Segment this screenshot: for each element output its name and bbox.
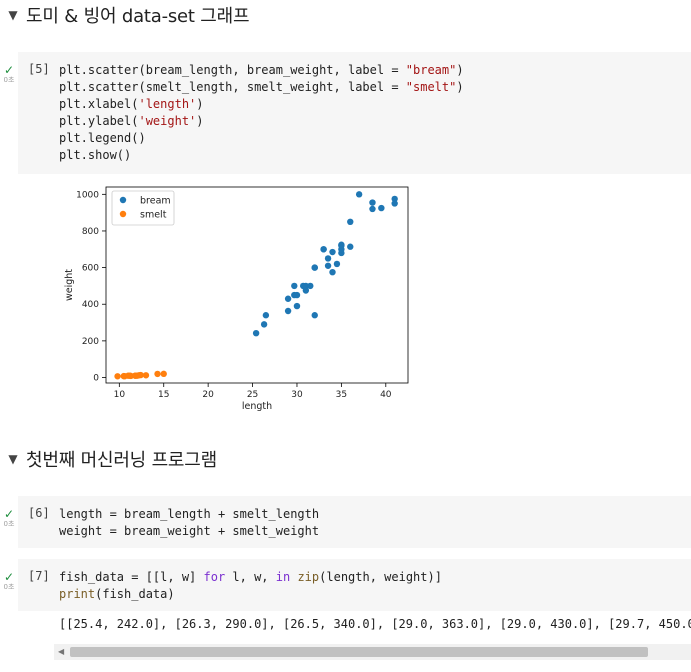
data-point-bream: [320, 246, 327, 253]
exec-time: 0초: [3, 583, 15, 591]
y-tick-label: 400: [82, 300, 99, 310]
x-tick-label: 10: [114, 390, 126, 400]
code-line: plt.legend(): [59, 131, 146, 145]
run-count[interactable]: [5]: [28, 62, 50, 76]
cell-output-text: [[25.4, 242.0], [26.3, 290.0], [26.5, 34…: [59, 617, 691, 631]
legend-marker-smelt: [119, 210, 127, 218]
data-point-bream: [293, 291, 301, 299]
code-line: plt.ylabel('weight'): [59, 114, 204, 128]
x-tick-label: 20: [202, 390, 214, 400]
section-title: 첫번째 머신러닝 프로그램: [26, 450, 218, 471]
y-tick-label: 600: [82, 264, 99, 274]
data-point-bream: [338, 242, 345, 249]
collapse-caret-icon[interactable]: ▼: [0, 8, 26, 22]
run-count[interactable]: [6]: [28, 506, 50, 520]
code-cell-5[interactable]: ✓ 0초 [5] plt.scatter(bream_length, bream…: [0, 52, 691, 174]
code-line: plt.scatter(smelt_length, smelt_weight, …: [59, 80, 464, 94]
code-line: plt.scatter(bream_length, bream_weight, …: [59, 63, 464, 77]
section-title: 도미 & 빙어 data-set 그래프: [26, 6, 250, 27]
section-header-graph[interactable]: ▼ 도미 & 빙어 data-set 그래프: [0, 0, 249, 30]
code-line: weight = bream_weight + smelt_weight: [59, 524, 320, 538]
section-header-ml[interactable]: ▼ 첫번째 머신러닝 프로그램: [0, 444, 217, 474]
code-block[interactable]: length = bream_length + smelt_length wei…: [59, 506, 319, 540]
data-point-bream: [369, 205, 376, 213]
code-cell-6[interactable]: ✓ 0초 [6] length = bream_length + smelt_l…: [0, 496, 691, 548]
cell-status: ✓ 0초: [0, 62, 18, 84]
code-line: plt.xlabel('length'): [59, 97, 204, 111]
data-point-smelt: [154, 370, 161, 378]
data-point-bream: [329, 248, 336, 256]
legend-marker-bream: [119, 196, 127, 204]
data-point-bream: [260, 321, 268, 328]
legend: bream smelt: [111, 190, 175, 226]
data-point-bream: [311, 264, 318, 271]
check-icon: ✓: [3, 570, 15, 584]
check-icon: ✓: [3, 507, 15, 521]
data-point-smelt: [142, 372, 150, 379]
scroll-left-arrow-icon[interactable]: ◀: [58, 647, 64, 656]
x-tick-label: 25: [247, 390, 258, 400]
data-point-bream: [252, 329, 260, 337]
legend-label-bream: bream: [140, 196, 171, 207]
data-point-bream: [355, 191, 363, 198]
y-tick-label: 0: [93, 374, 99, 384]
data-point-bream: [378, 204, 385, 212]
x-tick-label: 30: [291, 390, 303, 400]
code-editor[interactable]: [6] length = bream_length + smelt_length…: [18, 496, 691, 548]
code-line: length = bream_length + smelt_length: [59, 507, 320, 521]
data-point-bream: [333, 260, 341, 268]
data-point-bream: [293, 302, 301, 310]
y-tick-label: 800: [82, 227, 99, 237]
data-point-bream: [284, 295, 292, 302]
x-tick-label: 35: [336, 390, 347, 400]
x-tick-label: 40: [380, 390, 392, 400]
exec-time: 0초: [3, 520, 15, 528]
code-editor[interactable]: [7] fish_data = [[l, w] for l, w, in zip…: [18, 559, 691, 611]
y-tick-label: 200: [82, 337, 99, 347]
horizontal-scrollbar[interactable]: ◀: [54, 644, 691, 660]
data-point-bream: [391, 200, 398, 207]
y-tick-label: 1000: [76, 190, 99, 200]
data-point-bream: [324, 255, 332, 262]
code-line: print(fish_data): [59, 587, 175, 601]
code-block[interactable]: fish_data = [[l, w] for l, w, in zip(len…: [59, 569, 442, 603]
check-icon: ✓: [3, 63, 15, 77]
cell-status: ✓ 0초: [0, 506, 18, 528]
code-line: plt.show(): [59, 148, 132, 162]
data-point-bream: [329, 268, 336, 276]
data-point-bream: [347, 218, 354, 226]
data-point-smelt: [114, 373, 121, 380]
code-block[interactable]: plt.scatter(bream_length, bream_weight, …: [59, 62, 464, 164]
data-point-bream: [284, 307, 292, 315]
x-tick-label: 15: [158, 390, 169, 400]
data-point-bream: [311, 312, 318, 319]
data-point-smelt: [160, 370, 167, 378]
data-point-bream: [291, 282, 298, 290]
code-editor[interactable]: [5] plt.scatter(bream_length, bream_weig…: [18, 52, 691, 174]
collapse-caret-icon[interactable]: ▼: [0, 452, 26, 466]
cell-status: ✓ 0초: [0, 569, 18, 591]
data-point-bream: [324, 262, 332, 269]
run-count[interactable]: [7]: [28, 569, 50, 583]
data-point-bream: [369, 199, 376, 206]
y-axis-label: weight: [64, 269, 75, 301]
x-axis-label: length: [242, 401, 272, 412]
data-point-bream: [262, 312, 270, 319]
legend-label-smelt: smelt: [140, 210, 167, 221]
code-line: fish_data = [[l, w] for l, w, in zip(len…: [59, 570, 442, 584]
data-point-bream: [307, 282, 314, 290]
scrollbar-thumb[interactable]: [70, 647, 648, 657]
exec-time: 0초: [3, 76, 15, 84]
data-point-bream: [347, 243, 354, 250]
code-cell-7[interactable]: ✓ 0초 [7] fish_data = [[l, w] for l, w, i…: [0, 559, 691, 611]
scatter-chart: 0 200 400 600 800 1000 10 15 20 25 30 35 40 bream s…: [64, 186, 409, 412]
